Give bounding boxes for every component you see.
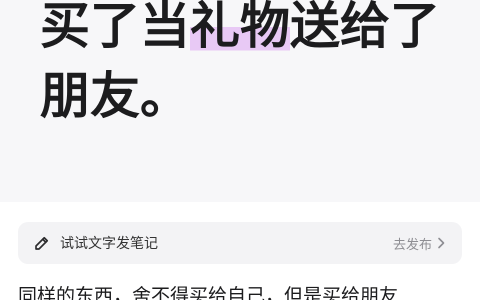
- cover-text-prefix: 买了当: [40, 0, 190, 55]
- note-cover-image[interactable]: 买了当礼物送给了 朋友。: [0, 0, 480, 202]
- pen-icon: [32, 233, 52, 253]
- note-body-text: 同样的东西，舍不得买给自己，但是买给朋友: [18, 285, 399, 300]
- chevron-right-icon: [436, 237, 448, 249]
- publish-label: 去发布: [392, 237, 432, 253]
- cover-text-suffix: 送给了: [290, 0, 440, 55]
- note-prompt-text: 试试文字发笔记: [60, 236, 158, 252]
- cover-text-highlight: 礼物: [190, 0, 290, 55]
- cover-text-line-2: 朋友。: [40, 67, 190, 125]
- publish-button[interactable]: 去发布: [393, 234, 448, 253]
- text-note-prompt-bar[interactable]: 试试文字发笔记 去发布: [18, 222, 462, 264]
- divider: [0, 202, 480, 214]
- cover-text-line-1: 买了当礼物送给了: [40, 0, 440, 56]
